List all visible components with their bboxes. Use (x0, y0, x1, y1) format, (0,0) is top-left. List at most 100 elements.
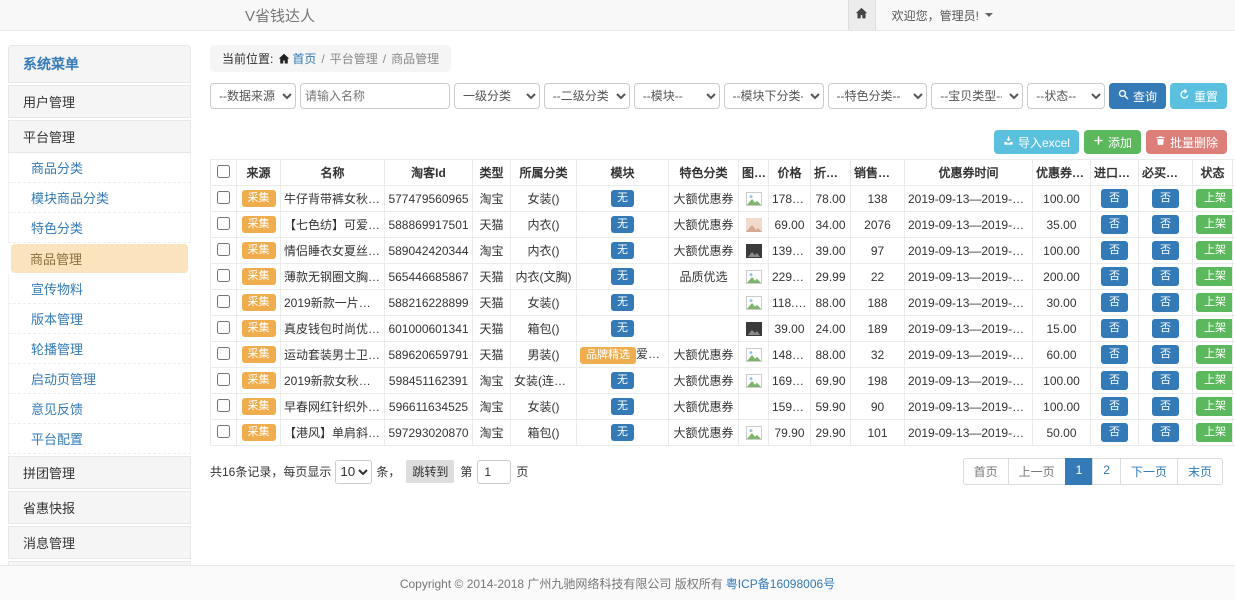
must-buy-toggle-button[interactable]: 否 (1152, 267, 1179, 285)
status-button[interactable]: 上架 (1196, 241, 1233, 259)
reset-button[interactable]: 重置 (1170, 83, 1227, 109)
sidebar-item-1[interactable]: 平台管理 (8, 120, 191, 153)
breadcrumb-home-link[interactable]: 首页 (292, 50, 316, 67)
source-badge: 采集 (242, 216, 276, 233)
status-button[interactable]: 上架 (1196, 215, 1233, 233)
filter-select-special-category[interactable]: --特色分类-- (828, 83, 928, 109)
sidebar-item-2[interactable]: 商品分类 (8, 153, 191, 183)
icp-link[interactable]: 粤ICP备16098006号 (726, 575, 835, 592)
batch-delete-button[interactable]: 批量删除 (1146, 130, 1227, 154)
import-excel-button[interactable]: 导入excel (994, 130, 1079, 154)
import-toggle-button[interactable]: 否 (1101, 215, 1128, 233)
pager-button-1[interactable]: 1 (1065, 458, 1094, 485)
row-checkbox[interactable] (217, 321, 230, 334)
per-page-select[interactable]: 10 (335, 460, 372, 484)
filter-input-name[interactable] (300, 83, 450, 109)
filter-select-level2-category[interactable]: --二级分类-- (544, 83, 630, 109)
sidebar: 系统菜单 用户管理平台管理商品分类模块商品分类特色分类商品管理宣传物料版本管理轮… (8, 45, 191, 600)
must-buy-toggle-button[interactable]: 否 (1152, 241, 1179, 259)
source-badge: 采集 (242, 346, 276, 363)
row-checkbox[interactable] (217, 373, 230, 386)
row-checkbox[interactable] (217, 269, 230, 282)
sidebar-item-3[interactable]: 模块商品分类 (8, 183, 191, 213)
import-toggle-button[interactable]: 否 (1101, 319, 1128, 337)
sidebar-item-7[interactable]: 版本管理 (8, 304, 191, 334)
must-buy-toggle-button[interactable]: 否 (1152, 189, 1179, 207)
special-category-cell (669, 290, 739, 316)
sidebar-item-11[interactable]: 平台配置 (8, 424, 191, 454)
sidebar-item-13[interactable]: 省惠快报 (8, 491, 191, 524)
row-checkbox[interactable] (217, 347, 230, 360)
table-row: 采集运动套装男士卫衣初秋...589620659791天猫男装()品牌精选爱上运… (211, 342, 1235, 368)
page-number-input[interactable] (477, 460, 511, 484)
filter-select-status[interactable]: --状态-- (1027, 83, 1105, 109)
sidebar-item-9[interactable]: 启动页管理 (8, 364, 191, 394)
status-button[interactable]: 上架 (1196, 319, 1233, 337)
row-select-cell (211, 420, 237, 446)
pager-button-下一页[interactable]: 下一页 (1120, 458, 1178, 485)
module-cell: 无 (577, 368, 669, 394)
row-checkbox[interactable] (217, 191, 230, 204)
jump-to-button[interactable]: 跳转到 (406, 460, 454, 483)
filter-select-level1-category[interactable]: 一级分类 (454, 83, 540, 109)
status-button[interactable]: 上架 (1196, 397, 1233, 415)
row-checkbox[interactable] (217, 217, 230, 230)
sidebar-item-14[interactable]: 消息管理 (8, 526, 191, 559)
import-toggle-button[interactable]: 否 (1101, 293, 1128, 311)
status-button[interactable]: 上架 (1196, 423, 1233, 441)
sidebar-item-0[interactable]: 用户管理 (8, 85, 191, 118)
import-toggle-button[interactable]: 否 (1101, 397, 1128, 415)
select-all-checkbox[interactable] (217, 165, 230, 178)
row-checkbox[interactable] (217, 399, 230, 412)
breadcrumb-item: 平台管理 (330, 50, 378, 67)
pager-button-末页[interactable]: 末页 (1177, 458, 1223, 485)
sidebar-item-10[interactable]: 意见反馈 (8, 394, 191, 424)
must-buy-toggle-button[interactable]: 否 (1152, 345, 1179, 363)
filter-select-module-subcategory[interactable]: --模块下分类-- (724, 83, 824, 109)
add-button[interactable]: 添加 (1084, 130, 1141, 154)
filter-select-item-type[interactable]: --宝贝类型-- (931, 83, 1023, 109)
must-buy-toggle-button[interactable]: 否 (1152, 423, 1179, 441)
import-select-cell: 否 (1091, 420, 1139, 446)
must-buy-toggle-button[interactable]: 否 (1152, 319, 1179, 337)
import-toggle-button[interactable]: 否 (1101, 189, 1128, 207)
search-button[interactable]: 查询 (1109, 83, 1166, 109)
status-button[interactable]: 上架 (1196, 293, 1233, 311)
import-toggle-button[interactable]: 否 (1101, 371, 1128, 389)
coupon-amount-cell: 60.00 (1033, 342, 1091, 368)
sidebar-item-6[interactable]: 宣传物料 (8, 274, 191, 304)
row-checkbox[interactable] (217, 295, 230, 308)
import-toggle-button[interactable]: 否 (1101, 267, 1128, 285)
must-buy-toggle-button[interactable]: 否 (1152, 371, 1179, 389)
discount-price-cell: 78.00 (811, 186, 851, 212)
filter-select-module[interactable]: --模块-- (634, 83, 720, 109)
must-buy-toggle-button[interactable]: 否 (1152, 397, 1179, 415)
status-button[interactable]: 上架 (1196, 189, 1233, 207)
sidebar-item-4[interactable]: 特色分类 (8, 213, 191, 243)
home-button[interactable] (848, 0, 876, 30)
row-checkbox[interactable] (217, 243, 230, 256)
source-badge: 采集 (242, 268, 276, 285)
jump-prefix: 第 (460, 463, 472, 480)
sidebar-item-5[interactable]: 商品管理 (11, 244, 188, 273)
user-menu[interactable]: 欢迎您，管理员! (892, 7, 993, 24)
import-select-cell: 否 (1091, 212, 1139, 238)
status-button[interactable]: 上架 (1196, 345, 1233, 363)
pager-button-首页[interactable]: 首页 (963, 458, 1009, 485)
sidebar-item-12[interactable]: 拼团管理 (8, 456, 191, 489)
must-buy-toggle-button[interactable]: 否 (1152, 293, 1179, 311)
pager-button-2[interactable]: 2 (1092, 458, 1121, 485)
must-buy-toggle-button[interactable]: 否 (1152, 215, 1179, 233)
jump-suffix: 页 (516, 463, 528, 480)
sidebar-item-8[interactable]: 轮播管理 (8, 334, 191, 364)
filter-select-data-source[interactable]: --数据来源-- (210, 83, 296, 109)
status-button[interactable]: 上架 (1196, 371, 1233, 389)
import-toggle-button[interactable]: 否 (1101, 345, 1128, 363)
row-checkbox[interactable] (217, 425, 230, 438)
icon-cell (739, 290, 769, 316)
import-toggle-button[interactable]: 否 (1101, 423, 1128, 441)
status-button[interactable]: 上架 (1196, 267, 1233, 285)
category-cell: 女装() (511, 394, 577, 420)
import-toggle-button[interactable]: 否 (1101, 241, 1128, 259)
pager-button-上一页[interactable]: 上一页 (1008, 458, 1066, 485)
